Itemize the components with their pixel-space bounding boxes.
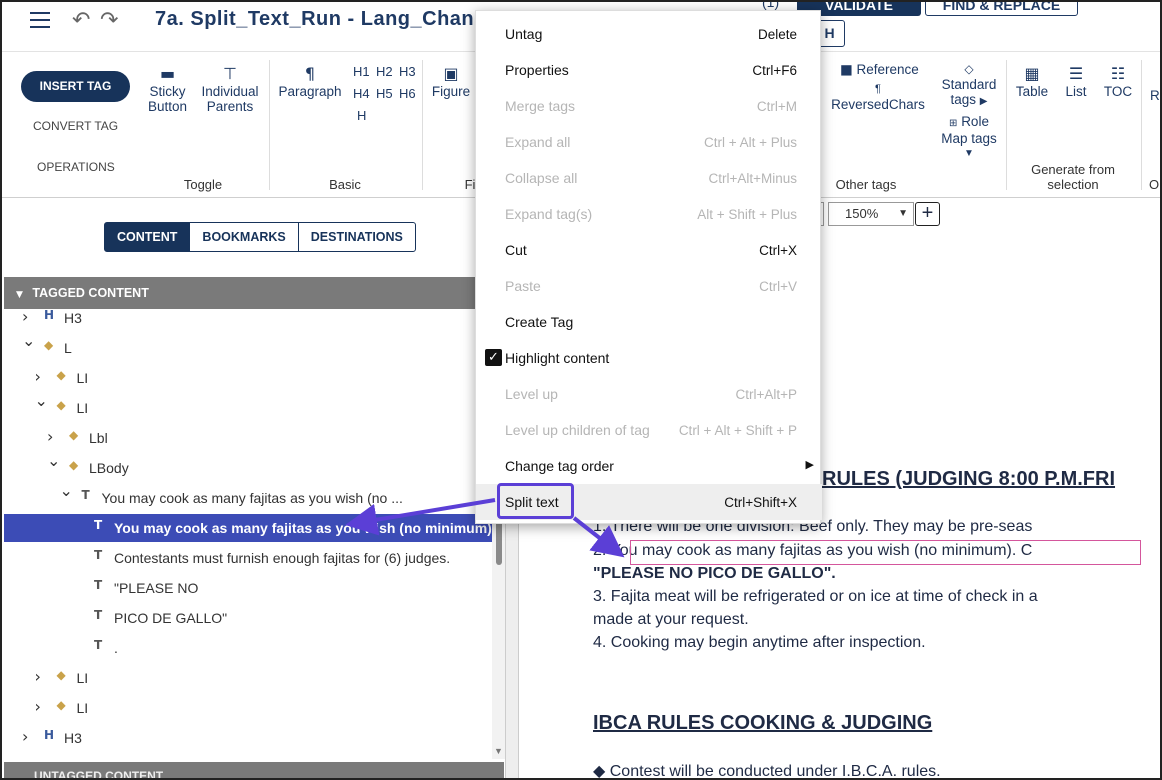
- app-window: ↶ ↷ 7a. Split_Text_Run - Lang_Chan (1) V…: [0, 0, 1162, 780]
- annotation-arrows: [345, 498, 625, 558]
- arrow-to-document-icon: [572, 516, 625, 558]
- arrow-to-tree-icon: [345, 498, 496, 536]
